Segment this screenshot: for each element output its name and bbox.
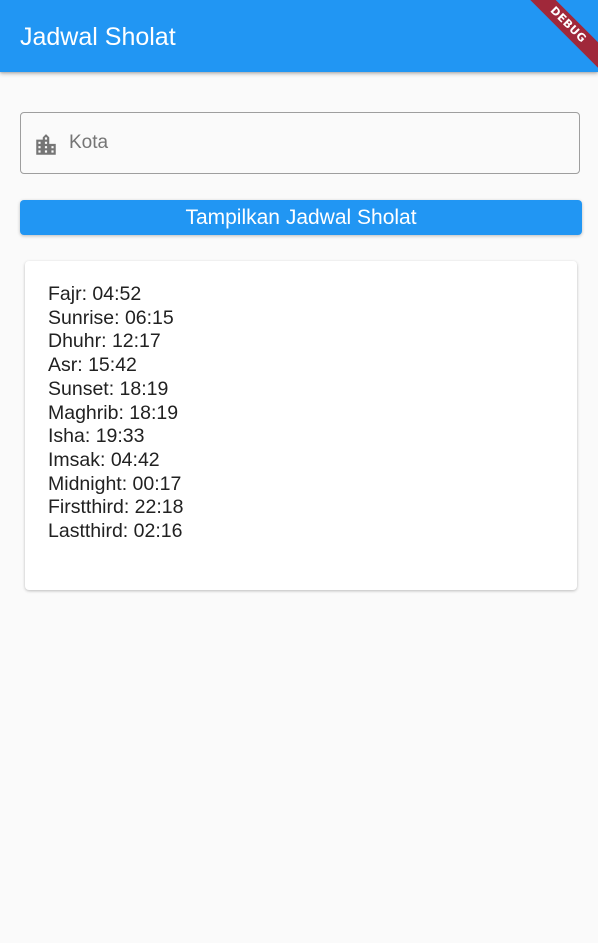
- city-field[interactable]: [20, 112, 580, 174]
- page-title: Jadwal Sholat: [20, 23, 176, 51]
- schedule-row-asr: Asr: 15:42: [48, 354, 137, 377]
- schedule-list: Fajr: 04:52 Sunrise: 06:15 Dhuhr: 12:17 …: [48, 283, 183, 544]
- schedule-row-sunrise: Sunrise: 06:15: [48, 306, 174, 329]
- show-schedule-button[interactable]: Tampilkan Jadwal Sholat: [20, 200, 582, 235]
- schedule-row-firstthird: Firstthird: 22:18: [48, 496, 184, 519]
- city-input[interactable]: [69, 113, 569, 173]
- schedule-row-lastthird: Lastthird: 02:16: [48, 520, 183, 543]
- location-city-icon: [36, 134, 56, 155]
- app-bar: Jadwal Sholat: [0, 0, 598, 72]
- schedule-row-maghrib: Maghrib: 18:19: [48, 401, 179, 424]
- schedule-row-sunset: Sunset: 18:19: [48, 377, 169, 400]
- schedule-card: Fajr: 04:52 Sunrise: 06:15 Dhuhr: 12:17 …: [25, 261, 577, 590]
- schedule-row-midnight: Midnight: 00:17: [48, 472, 182, 495]
- schedule-row-imsak: Imsak: 04:42: [48, 448, 160, 471]
- schedule-row-isha: Isha: 19:33: [48, 425, 145, 448]
- schedule-row-fajr: Fajr: 04:52: [48, 283, 142, 305]
- schedule-row-dhuhr: Dhuhr: 12:17: [48, 330, 161, 353]
